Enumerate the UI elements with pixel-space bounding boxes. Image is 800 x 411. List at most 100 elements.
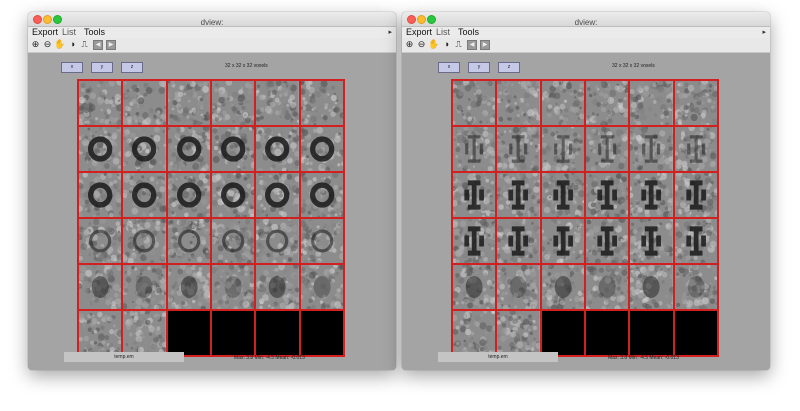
slice-tile[interactable]: [299, 126, 344, 172]
hand-icon[interactable]: ✋: [54, 39, 65, 50]
slice-tile[interactable]: [166, 126, 211, 172]
menu-overflow-arrow[interactable]: ▸: [388, 27, 392, 38]
axis-y-button[interactable]: y: [468, 62, 490, 73]
forward-icon[interactable]: ▶: [106, 40, 116, 50]
slice-tile[interactable]: [452, 264, 497, 310]
back-icon[interactable]: ◀: [467, 40, 477, 50]
filename-field[interactable]: temp.em: [64, 352, 184, 362]
slice-tile[interactable]: [452, 172, 497, 218]
menu-list[interactable]: List: [62, 27, 76, 38]
slice-tile[interactable]: [496, 126, 541, 172]
slice-tile[interactable]: [629, 218, 674, 264]
slice-tile[interactable]: [584, 172, 630, 218]
slice-tile[interactable]: [496, 310, 541, 356]
maximize-icon[interactable]: [427, 15, 436, 24]
slice-tile[interactable]: [255, 264, 300, 310]
slice-tile[interactable]: [255, 80, 300, 126]
slice-tile[interactable]: [299, 264, 344, 310]
maximize-icon[interactable]: [53, 15, 62, 24]
slice-tile[interactable]: [584, 264, 630, 310]
slice-tile[interactable]: [452, 310, 497, 356]
slice-tile[interactable]: [540, 218, 585, 264]
slice-tile[interactable]: [166, 80, 211, 126]
slice-tile[interactable]: [78, 126, 123, 172]
slice-tile[interactable]: [629, 80, 674, 126]
minimize-icon[interactable]: [417, 15, 426, 24]
slice-tile[interactable]: [78, 80, 123, 126]
slice-tile[interactable]: [496, 172, 541, 218]
slice-tile[interactable]: [540, 172, 585, 218]
close-icon[interactable]: [407, 15, 416, 24]
slice-tile[interactable]: [122, 310, 167, 356]
contrast-icon[interactable]: ◑: [441, 39, 452, 50]
forward-icon[interactable]: ▶: [480, 40, 490, 50]
slice-tile[interactable]: [166, 172, 211, 218]
slice-tile[interactable]: [210, 80, 256, 126]
filename-field[interactable]: temp.em: [438, 352, 558, 362]
slice-tile[interactable]: [210, 264, 256, 310]
menu-export[interactable]: Export: [406, 27, 432, 38]
title-bar[interactable]: dview:: [402, 12, 770, 27]
axis-x-button[interactable]: x: [61, 62, 83, 73]
slice-tile[interactable]: [255, 172, 300, 218]
slice-tile[interactable]: [299, 218, 344, 264]
axis-z-button[interactable]: z: [121, 62, 143, 73]
step-icon[interactable]: ⎍: [79, 39, 90, 50]
zoom-in-icon[interactable]: ⊕: [404, 39, 415, 50]
close-icon[interactable]: [33, 15, 42, 24]
slice-tile[interactable]: [166, 218, 211, 264]
slice-tile[interactable]: [452, 218, 497, 264]
slice-tile[interactable]: [122, 126, 167, 172]
slice-tile[interactable]: [673, 218, 718, 264]
menu-tools[interactable]: Tools: [84, 27, 105, 38]
slice-tile[interactable]: [78, 310, 123, 356]
slice-tile[interactable]: [540, 264, 585, 310]
back-icon[interactable]: ◀: [93, 40, 103, 50]
axis-y-button[interactable]: y: [91, 62, 113, 73]
slice-tile[interactable]: [496, 80, 541, 126]
slice-tile[interactable]: [673, 80, 718, 126]
title-bar[interactable]: dview:: [28, 12, 396, 27]
slice-tile[interactable]: [673, 126, 718, 172]
slice-tile[interactable]: [122, 172, 167, 218]
slice-tile[interactable]: [299, 172, 344, 218]
slice-tile[interactable]: [673, 264, 718, 310]
zoom-out-icon[interactable]: ⊖: [42, 39, 53, 50]
slice-tile[interactable]: [496, 264, 541, 310]
slice-tile[interactable]: [584, 218, 630, 264]
slice-tile[interactable]: [78, 172, 123, 218]
menu-export[interactable]: Export: [32, 27, 58, 38]
menu-list[interactable]: List: [436, 27, 450, 38]
slice-tile[interactable]: [78, 264, 123, 310]
slice-tile[interactable]: [299, 80, 344, 126]
slice-tile[interactable]: [496, 218, 541, 264]
slice-tile[interactable]: [166, 264, 211, 310]
slice-tile[interactable]: [452, 126, 497, 172]
minimize-icon[interactable]: [43, 15, 52, 24]
zoom-out-icon[interactable]: ⊖: [416, 39, 427, 50]
slice-tile[interactable]: [210, 126, 256, 172]
slice-tile[interactable]: [210, 172, 256, 218]
step-icon[interactable]: ⎍: [453, 39, 464, 50]
slice-tile[interactable]: [629, 172, 674, 218]
hand-icon[interactable]: ✋: [428, 39, 439, 50]
slice-tile[interactable]: [122, 218, 167, 264]
slice-tile[interactable]: [255, 126, 300, 172]
slice-tile[interactable]: [673, 172, 718, 218]
menu-overflow-arrow[interactable]: ▸: [762, 27, 766, 38]
slice-tile[interactable]: [122, 80, 167, 126]
slice-tile[interactable]: [629, 126, 674, 172]
slice-tile[interactable]: [452, 80, 497, 126]
menu-tools[interactable]: Tools: [458, 27, 479, 38]
slice-tile[interactable]: [584, 80, 630, 126]
axis-x-button[interactable]: x: [438, 62, 460, 73]
contrast-icon[interactable]: ◑: [67, 39, 78, 50]
slice-tile[interactable]: [122, 264, 167, 310]
slice-tile[interactable]: [584, 126, 630, 172]
slice-tile[interactable]: [255, 218, 300, 264]
zoom-in-icon[interactable]: ⊕: [30, 39, 41, 50]
slice-tile[interactable]: [540, 80, 585, 126]
slice-tile[interactable]: [78, 218, 123, 264]
slice-tile[interactable]: [210, 218, 256, 264]
slice-tile[interactable]: [540, 126, 585, 172]
